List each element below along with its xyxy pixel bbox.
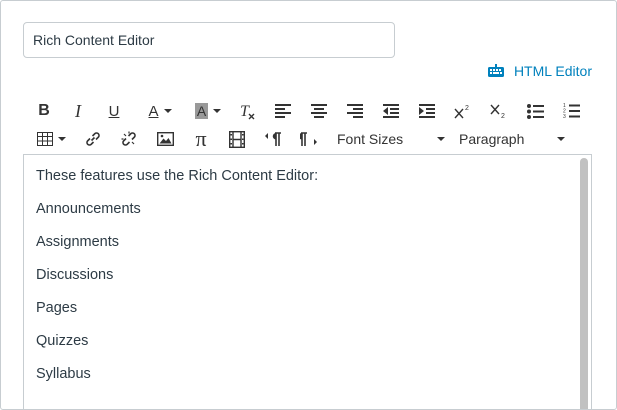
film-icon <box>229 130 245 148</box>
image-button[interactable] <box>155 125 175 153</box>
paragraph-label: Paragraph <box>459 131 525 147</box>
subscript-button[interactable]: 2 <box>489 97 509 125</box>
outdent-icon <box>383 104 399 118</box>
bold-button[interactable]: B <box>35 97 53 125</box>
editor-text: These features use the Rich Content Edit… <box>36 169 318 400</box>
pi-icon: π <box>195 126 207 151</box>
align-left-icon <box>275 104 291 118</box>
title-input[interactable] <box>23 22 395 58</box>
svg-text:3: 3 <box>563 114 566 119</box>
svg-text:2: 2 <box>501 113 505 119</box>
italic-icon: I <box>75 100 81 121</box>
clear-formatting-button[interactable]: T <box>237 97 257 125</box>
editor-frame: HTML Editor B I U A A T <box>0 0 617 410</box>
bullet-list-icon <box>526 103 544 119</box>
svg-text:T: T <box>240 103 250 120</box>
content-line: These features use the Rich Content Edit… <box>36 168 319 184</box>
math-button[interactable]: π <box>191 125 211 153</box>
italic-button[interactable]: I <box>69 97 87 125</box>
link-button[interactable] <box>83 125 103 153</box>
align-center-icon <box>311 104 327 118</box>
content-line: Quizzes <box>36 333 89 349</box>
rtl-button[interactable] <box>299 125 319 153</box>
align-right-icon <box>347 104 363 118</box>
font-sizes-label: Font Sizes <box>337 131 404 147</box>
content-line: Assignments <box>36 234 120 250</box>
text-color-button[interactable]: A <box>141 97 179 125</box>
indent-button[interactable] <box>417 97 437 125</box>
scrollbar[interactable] <box>580 158 588 409</box>
chevron-down-icon <box>557 137 565 141</box>
superscript-button[interactable]: 2 <box>453 97 473 125</box>
clear-formatting-icon: T <box>240 103 255 120</box>
bold-icon: B <box>38 102 50 119</box>
chevron-down-icon <box>57 137 66 141</box>
unlink-icon <box>121 131 136 146</box>
background-color-icon: A <box>194 103 209 119</box>
content-line: Discussions <box>36 267 114 283</box>
underline-button[interactable]: U <box>105 97 123 125</box>
underline-icon: U <box>108 102 120 120</box>
outdent-button[interactable] <box>381 97 401 125</box>
chevron-down-icon <box>213 109 222 113</box>
text-color-icon: A <box>148 102 159 120</box>
image-icon <box>156 132 174 146</box>
font-sizes-select[interactable]: Font Sizes <box>337 125 445 153</box>
paragraph-select[interactable]: Paragraph <box>459 125 565 153</box>
html-editor-label: HTML Editor <box>513 63 592 79</box>
content-line: Pages <box>36 300 78 316</box>
media-button[interactable] <box>227 125 247 153</box>
rtl-paragraph-icon <box>300 132 317 146</box>
html-editor-link[interactable]: HTML Editor <box>487 62 592 80</box>
ltr-paragraph-icon <box>265 132 281 146</box>
subscript-icon: 2 <box>490 104 505 119</box>
editor-content-area[interactable]: These features use the Rich Content Edit… <box>23 154 592 409</box>
editor-toolbar: B I U A A T 2 2 1 2 3 π Font Sizes Parag… <box>27 97 587 153</box>
numbered-list-icon: 123 <box>563 103 580 119</box>
align-right-button[interactable] <box>345 97 365 125</box>
numbered-list-button[interactable]: 123 <box>561 97 581 125</box>
superscript-icon: 2 <box>454 105 469 119</box>
background-color-button[interactable]: A <box>189 97 227 125</box>
table-icon <box>36 132 53 146</box>
indent-icon <box>419 104 435 118</box>
content-line: Announcements <box>36 201 141 217</box>
chevron-down-icon <box>437 137 445 141</box>
align-center-button[interactable] <box>309 97 329 125</box>
bullet-list-button[interactable] <box>525 97 545 125</box>
content-line: Syllabus <box>36 366 91 382</box>
keyboard-icon <box>487 64 505 78</box>
ltr-button[interactable] <box>263 125 283 153</box>
chevron-down-icon <box>163 109 172 113</box>
table-button[interactable] <box>33 125 69 153</box>
svg-text:2: 2 <box>465 105 469 112</box>
align-left-button[interactable] <box>273 97 293 125</box>
unlink-button[interactable] <box>119 125 139 153</box>
link-icon <box>86 132 100 146</box>
